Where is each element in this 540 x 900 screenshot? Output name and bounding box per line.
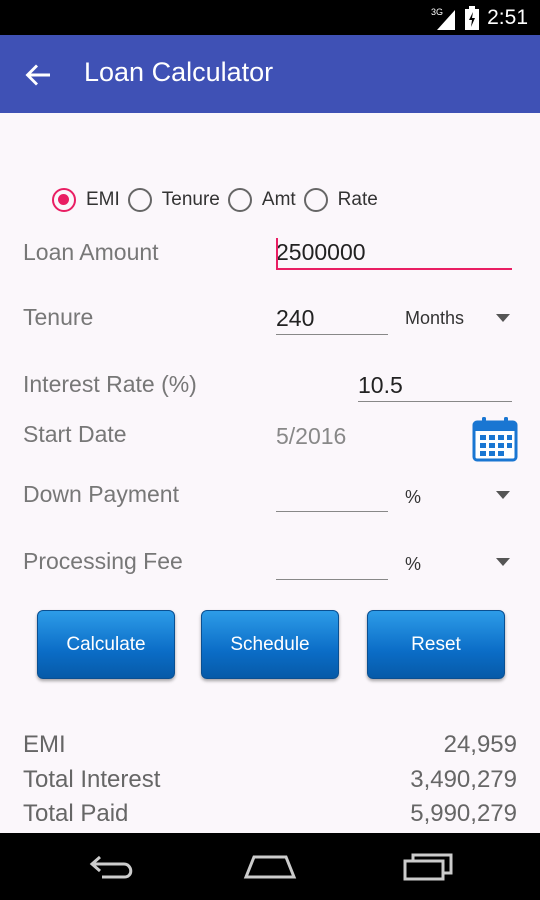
total-paid-label: Total Paid xyxy=(23,800,129,827)
calculate-button[interactable]: Calculate xyxy=(37,610,175,679)
tenure-input[interactable]: 240 xyxy=(276,302,388,335)
radio-unchecked-icon xyxy=(127,188,152,212)
radio-amt[interactable]: Amt xyxy=(227,188,296,212)
processing-fee-label: Processing Fee xyxy=(23,548,183,574)
battery-icon xyxy=(465,5,480,30)
app-bar: Loan Calculator xyxy=(0,35,540,113)
start-date-value[interactable]: 5/2016 xyxy=(276,423,346,450)
down-payment-unit-dropdown[interactable]: % xyxy=(405,487,421,508)
emi-value: 24,959 xyxy=(443,731,517,758)
status-icons: 3G 2:51 xyxy=(431,4,528,31)
home-icon[interactable] xyxy=(242,851,298,881)
total-paid-value: 5,990,279 xyxy=(410,800,517,827)
reset-button[interactable]: Reset xyxy=(367,610,505,679)
chevron-down-icon[interactable] xyxy=(496,491,510,499)
radio-label: EMI xyxy=(86,189,120,210)
navigation-bar xyxy=(0,833,540,900)
processing-fee-input[interactable] xyxy=(276,547,388,580)
interest-rate-label: Interest Rate (%) xyxy=(23,371,197,397)
schedule-button[interactable]: Schedule xyxy=(201,610,339,679)
down-payment-label: Down Payment xyxy=(23,481,179,507)
radio-rate[interactable]: Rate xyxy=(303,188,378,212)
loan-amount-input[interactable]: 2500000 xyxy=(276,236,512,270)
page-title: Loan Calculator xyxy=(84,57,274,87)
interest-rate-input[interactable]: 10.5 xyxy=(358,369,512,402)
radio-label: Amt xyxy=(261,189,296,210)
radio-emi[interactable]: EMI xyxy=(52,188,120,212)
radio-unchecked-icon xyxy=(227,188,252,212)
start-date-label: Start Date xyxy=(23,421,127,447)
status-time: 2:51 xyxy=(487,5,528,29)
recents-icon[interactable] xyxy=(402,851,456,881)
processing-fee-unit-dropdown[interactable]: % xyxy=(405,554,421,575)
tenure-value: 240 xyxy=(276,305,315,331)
down-payment-input[interactable] xyxy=(276,479,388,512)
radio-unchecked-icon xyxy=(303,188,328,212)
calendar-icon[interactable] xyxy=(471,415,519,463)
chevron-down-icon[interactable] xyxy=(496,314,510,322)
arrow-left-icon[interactable] xyxy=(22,59,54,91)
calculator-form: EMI Tenure Amt Rate Loan Amount 2500000 … xyxy=(0,113,540,833)
mode-selector: EMI Tenure Amt Rate xyxy=(52,183,386,217)
interest-rate-value: 10.5 xyxy=(358,372,403,398)
total-interest-value: 3,490,279 xyxy=(410,766,517,793)
emi-label: EMI xyxy=(23,731,66,758)
tenure-unit-dropdown[interactable]: Months xyxy=(405,308,464,329)
chevron-down-icon[interactable] xyxy=(496,558,510,566)
radio-label: Tenure xyxy=(161,189,220,210)
back-icon[interactable] xyxy=(88,851,138,881)
radio-tenure[interactable]: Tenure xyxy=(127,188,220,212)
tenure-label: Tenure xyxy=(23,304,94,330)
status-bar: 3G 2:51 xyxy=(0,0,540,35)
total-interest-label: Total Interest xyxy=(23,766,161,793)
network-type: 3G xyxy=(431,7,443,17)
signal-icon: 3G xyxy=(431,7,456,30)
loan-amount-value: 2500000 xyxy=(276,239,366,265)
loan-amount-label: Loan Amount xyxy=(23,239,159,265)
radio-checked-icon xyxy=(52,188,76,212)
text-cursor xyxy=(276,238,278,270)
radio-label: Rate xyxy=(337,189,378,210)
